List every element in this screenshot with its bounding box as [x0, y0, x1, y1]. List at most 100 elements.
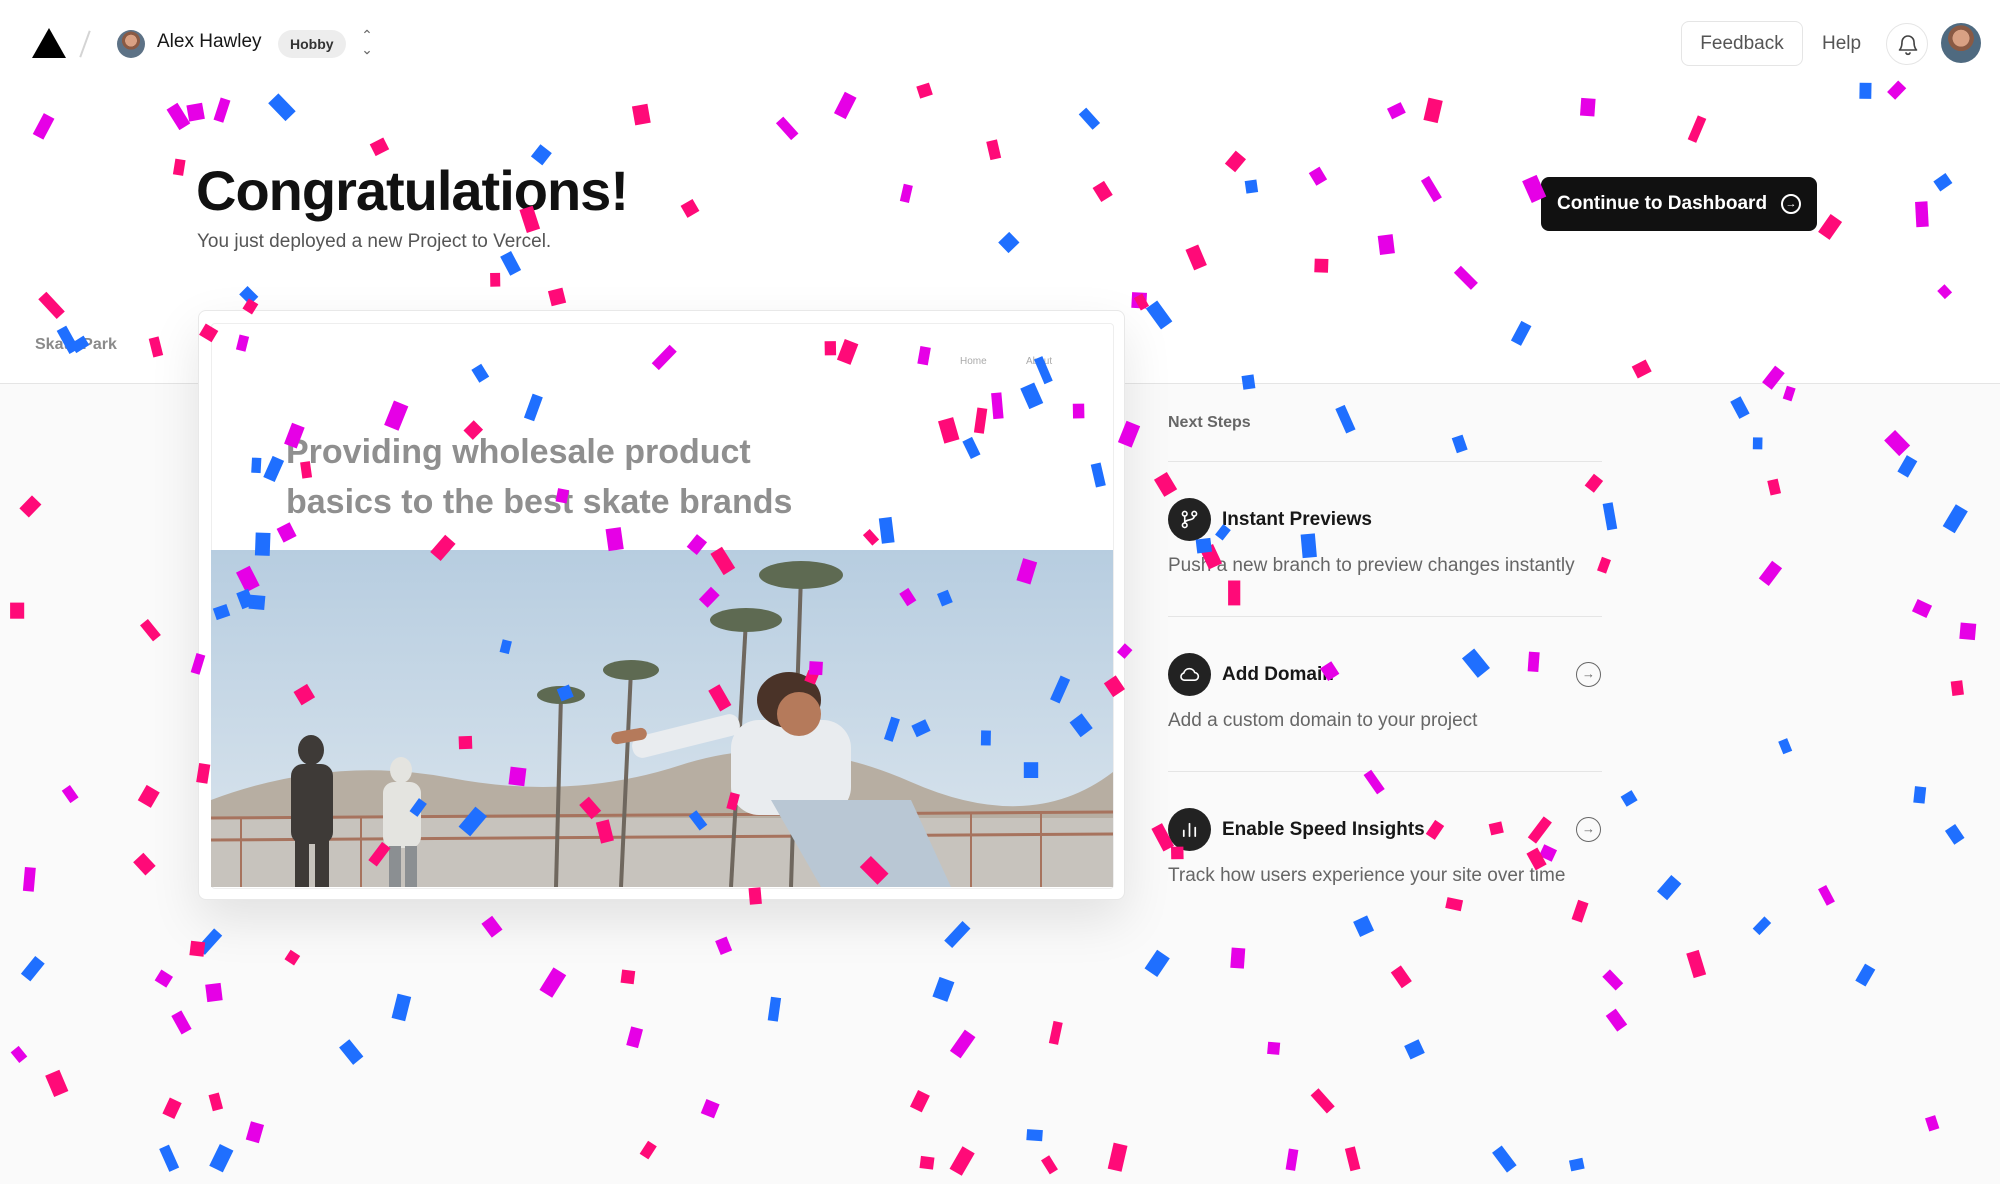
- confetti-piece: [1390, 965, 1412, 989]
- step-divider: [1168, 616, 1602, 617]
- confetti-piece: [1527, 651, 1540, 673]
- confetti-piece: [1913, 786, 1927, 804]
- continue-to-dashboard-button[interactable]: Continue to Dashboard →: [1541, 177, 1817, 231]
- step-title: Add Domain: [1222, 664, 1334, 685]
- notifications-button[interactable]: [1886, 23, 1928, 65]
- confetti-piece: [137, 784, 160, 808]
- step-description: Push a new branch to preview changes ins…: [1168, 555, 1575, 576]
- confetti-piece: [715, 936, 733, 956]
- confetti-piece: [1230, 947, 1246, 969]
- confetti-piece: [1950, 680, 1964, 696]
- confetti-piece: [1942, 504, 1968, 534]
- confetti-piece: [1944, 823, 1965, 845]
- confetti-piece: [1584, 473, 1604, 493]
- confetti-piece: [1959, 622, 1977, 641]
- confetti-piece: [1461, 648, 1490, 678]
- arrow-right-circle-icon[interactable]: →: [1576, 662, 1601, 687]
- confetti-piece: [22, 866, 36, 892]
- confetti-piece: [626, 1026, 644, 1049]
- confetti-piece: [1344, 1146, 1361, 1172]
- confetti-piece: [1571, 899, 1589, 923]
- confetti-piece: [1153, 471, 1178, 497]
- confetti-piece: [159, 1144, 180, 1172]
- confetti-piece: [1767, 478, 1782, 496]
- confetti-piece: [1026, 1129, 1043, 1142]
- plan-badge: Hobby: [278, 30, 346, 58]
- user-avatar: [117, 30, 145, 58]
- confetti-piece: [1228, 580, 1241, 606]
- confetti-piece: [1538, 844, 1558, 862]
- confetti-piece: [620, 969, 636, 985]
- breadcrumb-separator: [79, 30, 91, 58]
- confetti-piece: [1195, 537, 1212, 554]
- confetti-piece: [1897, 455, 1918, 478]
- confetti-piece: [481, 915, 503, 938]
- confetti-piece: [61, 785, 79, 804]
- confetti-piece: [1310, 1088, 1335, 1114]
- confetti-piece: [1285, 1148, 1299, 1171]
- feedback-button[interactable]: Feedback: [1681, 21, 1803, 66]
- confetti-piece: [932, 976, 955, 1002]
- confetti-piece: [133, 852, 156, 876]
- confetti-piece: [919, 1155, 935, 1170]
- confetti-piece: [1492, 1145, 1517, 1173]
- preview-headline: Providing wholesale product basics to th…: [286, 427, 846, 527]
- confetti-piece: [1730, 396, 1750, 419]
- confetti-piece: [1267, 1041, 1281, 1055]
- confetti-piece: [1884, 429, 1911, 457]
- help-link[interactable]: Help: [1822, 33, 1861, 55]
- vercel-logo-icon[interactable]: [32, 28, 66, 58]
- confetti-piece: [1778, 738, 1793, 755]
- next-steps-heading: Next Steps: [1168, 414, 1251, 431]
- step-description: Add a custom domain to your project: [1168, 710, 1478, 731]
- step-description: Track how users experience your site ove…: [1168, 865, 1566, 886]
- confetti-piece: [162, 1097, 182, 1120]
- confetti-piece: [154, 969, 173, 988]
- confetti-piece: [1144, 949, 1170, 977]
- arrow-right-circle-icon[interactable]: →: [1576, 817, 1601, 842]
- step-divider: [1168, 771, 1602, 772]
- confetti-piece: [1597, 556, 1611, 574]
- confetti-piece: [949, 1029, 976, 1059]
- confetti-piece: [1686, 949, 1707, 979]
- confetti-piece: [339, 1039, 364, 1065]
- user-name[interactable]: Alex Hawley: [157, 31, 262, 53]
- step-title: Enable Speed Insights: [1222, 819, 1425, 840]
- scope-switcher-chevron-icon[interactable]: ⌃ ⌃: [358, 28, 376, 60]
- step-divider: [1168, 461, 1602, 462]
- confetti-piece: [1602, 969, 1624, 991]
- confetti-piece: [909, 1089, 930, 1113]
- preview-site-name: Skate Park: [35, 336, 117, 353]
- preview-headline-line-1: Providing wholesale product: [286, 433, 751, 471]
- confetti-piece: [45, 1069, 69, 1097]
- confetti-piece: [1451, 434, 1468, 454]
- confetti-piece: [196, 928, 223, 955]
- confetti-piece: [171, 1010, 192, 1035]
- confetti-piece: [944, 921, 971, 949]
- confetti-piece: [245, 1121, 265, 1144]
- step-title: Instant Previews: [1222, 509, 1372, 530]
- confetti-piece: [205, 982, 223, 1003]
- confetti-piece: [391, 993, 412, 1022]
- confetti-piece: [539, 967, 567, 998]
- confetti-piece: [19, 495, 42, 518]
- confetti-piece: [1425, 819, 1445, 840]
- preview-hero-photo: [211, 550, 1113, 887]
- profile-avatar[interactable]: [1941, 23, 1981, 63]
- continue-button-label: Continue to Dashboard: [1557, 193, 1768, 214]
- arrow-right-circle-icon: →: [1781, 194, 1801, 214]
- confetti-piece: [949, 1146, 975, 1176]
- confetti-piece: [1782, 385, 1796, 402]
- page-subtitle: You just deployed a new Project to Verce…: [197, 231, 552, 252]
- bell-icon: [1898, 35, 1918, 56]
- confetti-piece: [1656, 874, 1682, 901]
- confetti-piece: [1445, 897, 1464, 912]
- preview-nav-about: About: [1026, 356, 1053, 367]
- confetti-piece: [1602, 502, 1618, 531]
- confetti-piece: [700, 1098, 720, 1119]
- confetti-piece: [1048, 1020, 1063, 1045]
- confetti-piece: [1488, 821, 1504, 836]
- confetti-piece: [1363, 769, 1385, 795]
- page-title: Congratulations!: [196, 159, 629, 222]
- confetti-piece: [1568, 1157, 1585, 1172]
